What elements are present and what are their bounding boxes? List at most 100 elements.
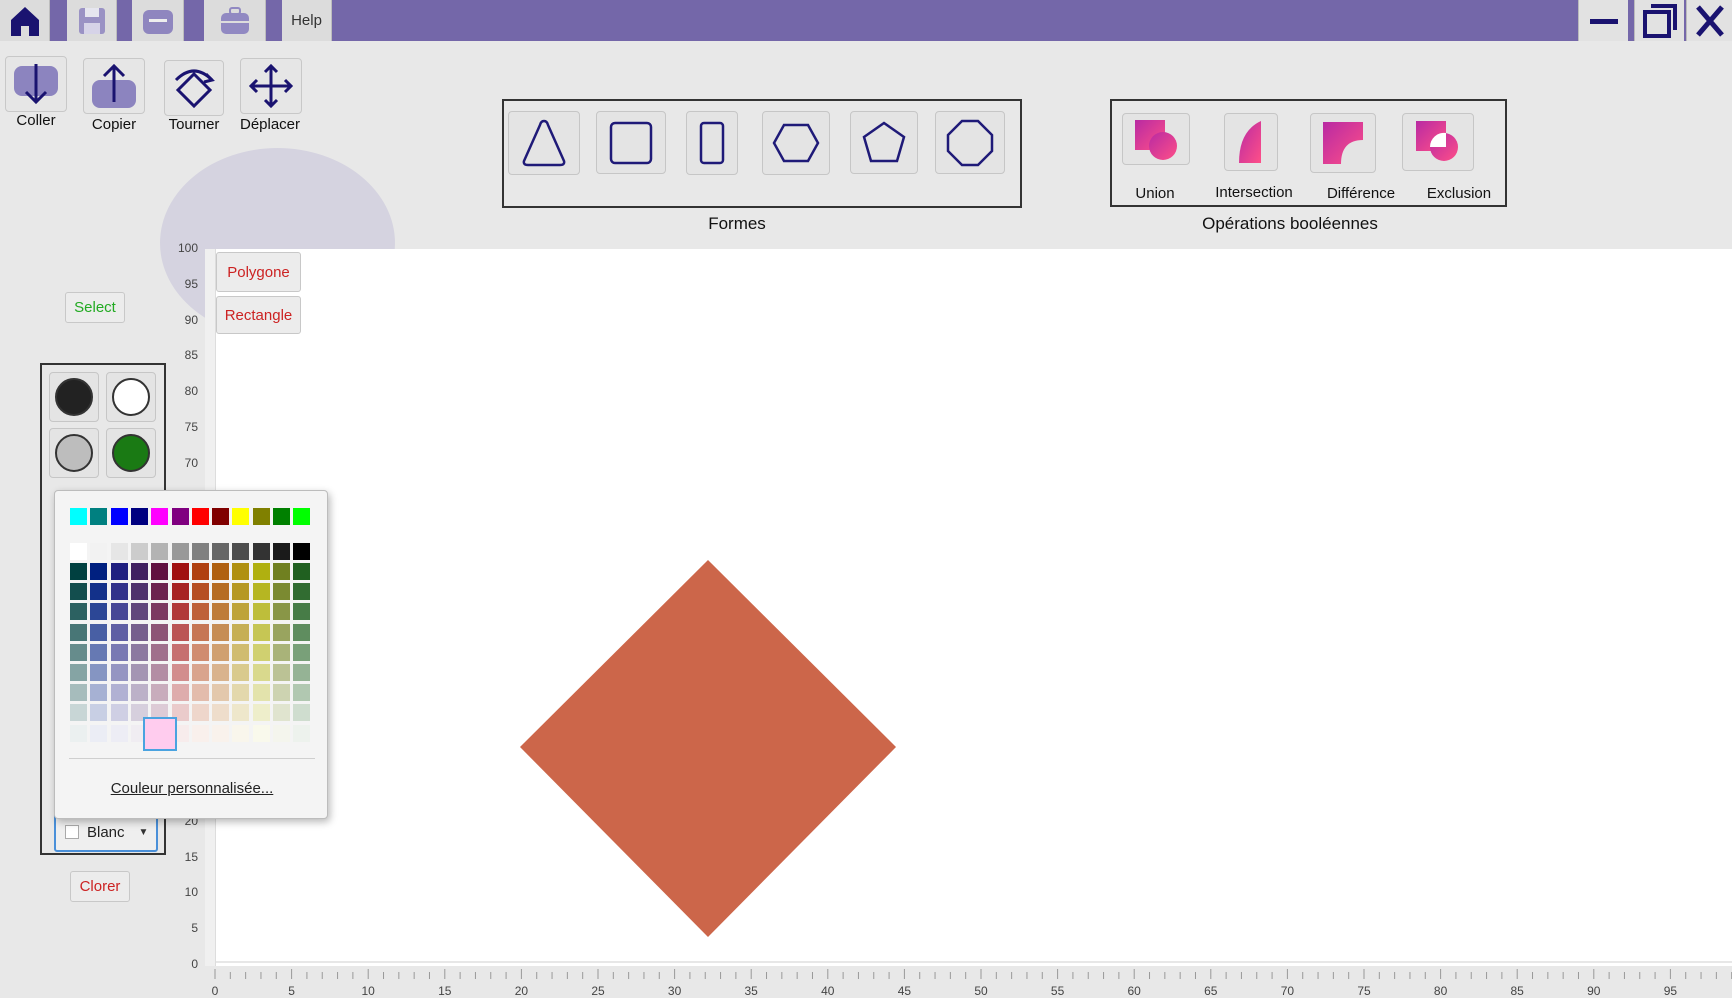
custom-color-link[interactable]: Couleur personnalisée...	[55, 780, 329, 797]
minimize-button[interactable]	[1578, 0, 1628, 41]
color-swatch[interactable]	[293, 623, 311, 641]
color-swatch[interactable]	[232, 543, 250, 560]
color-swatch[interactable]	[252, 684, 270, 702]
color-button-black[interactable]	[49, 372, 99, 422]
color-swatch[interactable]	[232, 643, 250, 661]
color-swatch[interactable]	[232, 623, 250, 641]
color-swatch[interactable]	[110, 623, 128, 641]
color-swatch[interactable]	[70, 623, 87, 641]
difference-button[interactable]	[1310, 113, 1376, 173]
color-swatch[interactable]	[90, 623, 108, 641]
color-swatch[interactable]	[252, 563, 270, 580]
color-button-green[interactable]	[106, 428, 156, 478]
color-swatch[interactable]	[110, 724, 128, 742]
color-swatch[interactable]	[191, 563, 209, 580]
color-swatch[interactable]	[143, 716, 178, 751]
color-swatch[interactable]	[191, 508, 209, 525]
color-swatch[interactable]	[70, 508, 87, 525]
color-swatch[interactable]	[110, 664, 128, 681]
color-swatch[interactable]	[171, 623, 189, 641]
color-swatch[interactable]	[70, 724, 87, 742]
color-swatch[interactable]	[70, 643, 87, 661]
intersection-button[interactable]	[1224, 113, 1278, 171]
color-swatch[interactable]	[90, 543, 108, 560]
color-swatch[interactable]	[70, 603, 87, 621]
color-swatch[interactable]	[130, 563, 148, 580]
color-swatch[interactable]	[171, 508, 189, 525]
color-swatch[interactable]	[293, 704, 311, 722]
color-swatch[interactable]	[191, 583, 209, 601]
clear-button[interactable]: Clorer	[70, 871, 130, 902]
color-swatch[interactable]	[293, 684, 311, 702]
color-swatch[interactable]	[151, 684, 169, 702]
color-swatch[interactable]	[110, 643, 128, 661]
color-swatch[interactable]	[293, 603, 311, 621]
color-swatch[interactable]	[273, 643, 290, 661]
color-swatch[interactable]	[293, 508, 311, 525]
color-swatch[interactable]	[252, 643, 270, 661]
color-swatch[interactable]	[70, 704, 87, 722]
color-swatch[interactable]	[212, 704, 230, 722]
save-button[interactable]	[67, 0, 117, 41]
color-swatch[interactable]	[212, 563, 230, 580]
help-button[interactable]: Help	[282, 0, 332, 41]
color-swatch[interactable]	[293, 724, 311, 742]
color-swatch[interactable]	[90, 664, 108, 681]
color-swatch[interactable]	[252, 623, 270, 641]
color-swatch[interactable]	[191, 684, 209, 702]
color-button-white[interactable]	[106, 372, 156, 422]
color-swatch[interactable]	[252, 583, 270, 601]
open-button[interactable]	[132, 0, 184, 41]
color-swatch[interactable]	[171, 543, 189, 560]
color-swatch[interactable]	[232, 704, 250, 722]
color-swatch[interactable]	[252, 603, 270, 621]
color-swatch[interactable]	[252, 724, 270, 742]
color-swatch[interactable]	[130, 684, 148, 702]
color-swatch[interactable]	[273, 603, 290, 621]
color-swatch[interactable]	[191, 724, 209, 742]
color-swatch[interactable]	[110, 583, 128, 601]
color-swatch[interactable]	[273, 704, 290, 722]
color-swatch[interactable]	[212, 583, 230, 601]
union-button[interactable]	[1122, 113, 1190, 165]
color-swatch[interactable]	[273, 508, 290, 525]
color-swatch[interactable]	[130, 643, 148, 661]
color-swatch[interactable]	[70, 583, 87, 601]
color-swatch[interactable]	[151, 623, 169, 641]
color-swatch[interactable]	[232, 684, 250, 702]
color-swatch[interactable]	[130, 603, 148, 621]
color-swatch[interactable]	[232, 724, 250, 742]
color-swatch[interactable]	[90, 508, 108, 525]
color-swatch[interactable]	[110, 543, 128, 560]
color-swatch[interactable]	[191, 643, 209, 661]
color-swatch[interactable]	[151, 508, 169, 525]
color-swatch[interactable]	[293, 563, 311, 580]
color-swatch[interactable]	[191, 623, 209, 641]
rectangle-button[interactable]: Rectangle	[216, 296, 301, 334]
color-swatch[interactable]	[212, 603, 230, 621]
color-swatch[interactable]	[212, 724, 230, 742]
color-swatch[interactable]	[130, 664, 148, 681]
color-swatch[interactable]	[273, 563, 290, 580]
color-swatch[interactable]	[110, 704, 128, 722]
color-swatch[interactable]	[171, 563, 189, 580]
rectangle-shape-button[interactable]	[686, 111, 738, 175]
color-swatch[interactable]	[212, 543, 230, 560]
color-swatch[interactable]	[212, 623, 230, 641]
color-swatch[interactable]	[110, 603, 128, 621]
color-swatch[interactable]	[191, 664, 209, 681]
pentagon-shape-button[interactable]	[850, 111, 918, 174]
color-swatch[interactable]	[293, 664, 311, 681]
color-swatch[interactable]	[252, 543, 270, 560]
color-swatch[interactable]	[90, 643, 108, 661]
color-swatch[interactable]	[151, 543, 169, 560]
color-swatch[interactable]	[273, 724, 290, 742]
color-swatch[interactable]	[151, 664, 169, 681]
color-swatch[interactable]	[110, 563, 128, 580]
color-swatch[interactable]	[232, 508, 250, 525]
color-swatch[interactable]	[151, 583, 169, 601]
close-button[interactable]	[1686, 0, 1732, 41]
octagon-shape-button[interactable]	[935, 111, 1005, 174]
color-swatch[interactable]	[293, 583, 311, 601]
color-swatch[interactable]	[151, 563, 169, 580]
